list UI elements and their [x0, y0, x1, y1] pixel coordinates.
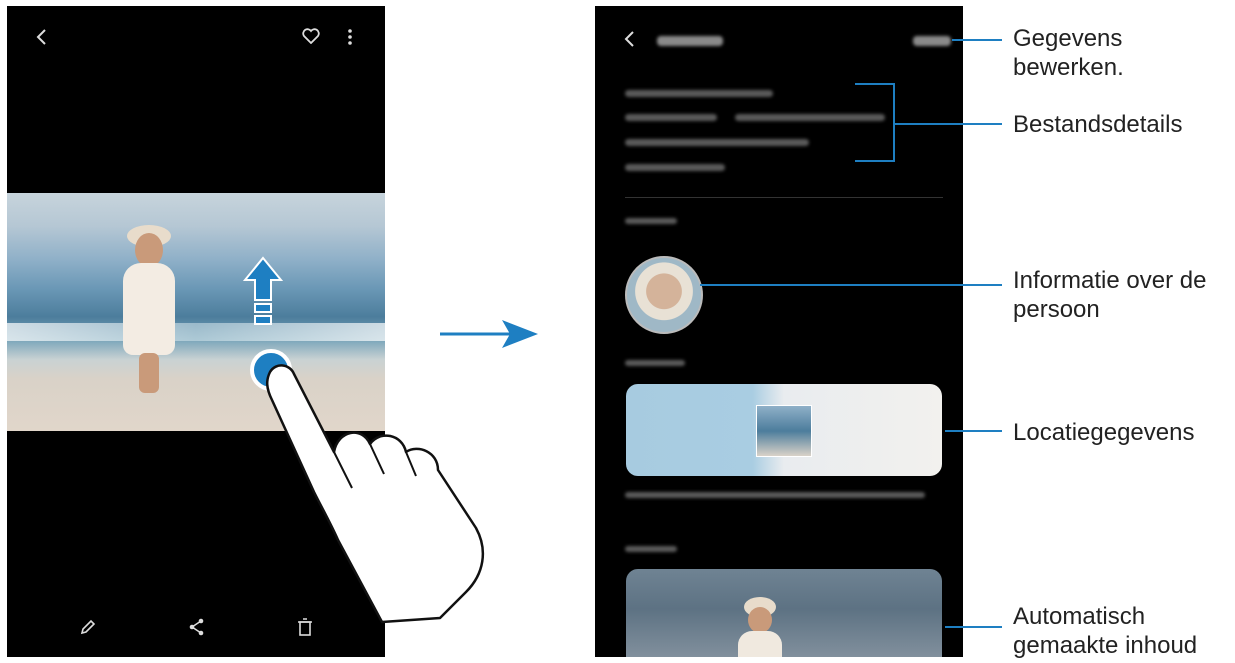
label-edit-details: Gegevens bewerken.: [1013, 24, 1124, 82]
callout-bracket-top: [855, 83, 895, 85]
person-avatar[interactable]: [625, 256, 703, 334]
callout-bracket-bottom: [855, 160, 895, 162]
auto-created-content-card[interactable]: [626, 569, 942, 657]
file-detail-line-3: [625, 139, 809, 146]
file-detail-line-2: [625, 114, 717, 121]
auto-card-subject-head: [748, 607, 772, 633]
location-address-blurred: [625, 492, 925, 498]
back-icon[interactable]: [35, 28, 49, 49]
edit-button-blurred[interactable]: [913, 36, 951, 46]
photo-details-screen: [595, 6, 963, 657]
label-person-info-line1: Informatie over de: [1013, 267, 1207, 294]
callout-line-auto: [945, 626, 1002, 628]
transition-arrow-icon: [440, 320, 538, 348]
more-vertical-icon[interactable]: [347, 28, 353, 49]
map-photo-pin: [756, 405, 812, 457]
callout-line-file-details: [893, 123, 1002, 125]
location-map-card[interactable]: [626, 384, 942, 476]
heart-icon[interactable]: [302, 28, 320, 47]
photo-subject-head: [135, 233, 163, 267]
photo-subject-legs: [139, 353, 159, 393]
callout-line-location: [945, 430, 1002, 432]
auto-card-subject-dress: [738, 631, 782, 657]
label-edit-details-line2: bewerken.: [1013, 54, 1124, 81]
label-person-info-line2: persoon: [1013, 296, 1100, 323]
people-header-blurred: [625, 218, 677, 224]
file-detail-line-4: [625, 164, 725, 171]
location-header-blurred: [625, 360, 685, 366]
swipe-up-arrow-icon: [243, 256, 283, 325]
label-auto-content: Automatisch gemaakte inhoud: [1013, 602, 1197, 660]
wave-foam: [7, 323, 385, 341]
back-icon[interactable]: [623, 30, 637, 51]
callout-line-edit: [952, 39, 1002, 41]
label-edit-details-line1: Gegevens: [1013, 25, 1123, 52]
section-divider: [625, 197, 943, 198]
hand-gesture-icon: [266, 364, 484, 624]
share-icon[interactable]: [189, 618, 205, 639]
auto-content-header-blurred: [625, 546, 677, 552]
pencil-icon[interactable]: [79, 618, 97, 639]
photo-subject-dress: [123, 263, 175, 355]
callout-line-person: [700, 284, 1002, 286]
label-auto-content-line2: gemaakte inhoud: [1013, 632, 1198, 659]
file-detail-line-1: [625, 90, 773, 97]
details-title-blurred: [657, 36, 723, 46]
label-file-details: Bestandsdetails: [1013, 111, 1183, 138]
file-detail-line-2b: [735, 114, 885, 121]
label-auto-content-line1: Automatisch: [1013, 603, 1146, 630]
label-person-info: Informatie over de persoon: [1013, 266, 1206, 324]
label-location: Locatiegegevens: [1013, 419, 1195, 446]
